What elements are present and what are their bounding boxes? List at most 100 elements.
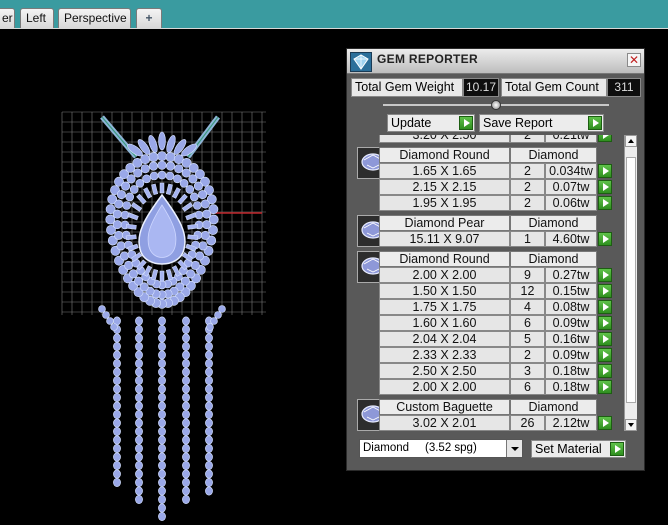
update-play-icon	[459, 116, 473, 130]
save-report-play-icon	[588, 116, 602, 130]
gem-row[interactable]: 15.11 X 9.07 1 4.60tw	[355, 231, 623, 247]
save-report-label: Save Report	[483, 116, 553, 130]
gem-count-cell: 4	[510, 299, 545, 315]
viewport-tab-bar: er Left Perspective +	[0, 0, 668, 29]
gem-row[interactable]: 2.33 X 2.33 2 0.09tw	[355, 347, 623, 363]
tab-perspective[interactable]: Perspective	[58, 8, 131, 28]
total-count-value: 311	[607, 78, 641, 97]
gem-count-cell: 6	[510, 315, 545, 331]
gem-weight-cell: 0.18tw	[545, 363, 597, 379]
gem-material-header: Diamond	[510, 147, 597, 163]
select-gem-play-icon[interactable]	[598, 180, 612, 194]
select-gem-play-icon[interactable]	[598, 332, 612, 346]
gem-count-cell: 3	[510, 363, 545, 379]
tab-left[interactable]: Left	[20, 8, 54, 28]
close-icon[interactable]: ✕	[627, 53, 641, 67]
gem-size-cell: 2.15 X 2.15	[379, 179, 510, 195]
gem-count-cell: 26	[510, 415, 545, 431]
select-gem-play-icon[interactable]	[598, 164, 612, 178]
total-weight-value: 10.17	[463, 78, 499, 97]
gem-weight-cell: 2.12tw	[545, 415, 597, 431]
gem-weight-cell: 0.08tw	[545, 299, 597, 315]
scroll-down-arrow-icon[interactable]	[625, 419, 637, 431]
panel-titlebar[interactable]: GEM REPORTER ✕	[347, 49, 644, 74]
update-button[interactable]: Update	[387, 114, 475, 132]
scroll-up-arrow-icon[interactable]	[625, 135, 637, 147]
select-gem-play-icon[interactable]	[598, 284, 612, 298]
gem-count-cell: 2	[510, 347, 545, 363]
gem-count-cell: 2	[510, 179, 545, 195]
dropdown-arrow-icon[interactable]	[506, 440, 522, 457]
gem-weight-cell: 4.60tw	[545, 231, 597, 247]
gem-count-cell: 2	[510, 135, 545, 143]
gem-row[interactable]: 3.02 X 2.01 26 2.12tw	[355, 415, 623, 431]
gem-type-header: Diamond Pear	[379, 215, 510, 231]
update-label: Update	[391, 116, 432, 130]
gem-size-cell: 2.00 X 2.00	[379, 379, 510, 395]
gem-size-cell: 2.33 X 2.33	[379, 347, 510, 363]
select-gem-play-icon[interactable]	[598, 135, 612, 142]
total-weight-label: Total Gem Weight	[351, 78, 463, 97]
gem-size-cell: 2.04 X 2.04	[379, 331, 510, 347]
gem-count-cell: 6	[510, 379, 545, 395]
gem-weight-cell: 0.18tw	[545, 379, 597, 395]
gem-size-cell: 2.00 X 2.00	[379, 267, 510, 283]
gem-weight-cell: 0.06tw	[545, 195, 597, 211]
gem-count-cell: 1	[510, 231, 545, 247]
gem-weight-cell: 0.27tw	[545, 267, 597, 283]
gem-weight-cell: 0.09tw	[545, 315, 597, 331]
select-gem-play-icon[interactable]	[598, 416, 612, 430]
gem-row[interactable]: 1.50 X 1.50 12 0.15tw	[355, 283, 623, 299]
gem-type-header: Diamond Round	[379, 147, 510, 163]
gem-weight-cell: 0.09tw	[545, 347, 597, 363]
gem-material-header: Diamond	[510, 399, 597, 415]
gem-size-cell: 1.95 X 1.95	[379, 195, 510, 211]
set-material-play-icon	[610, 442, 624, 456]
gem-list-scrollbar[interactable]	[624, 135, 637, 431]
gem-weight-cell: 0.15tw	[545, 283, 597, 299]
gem-row[interactable]: 1.75 X 1.75 4 0.08tw	[355, 299, 623, 315]
gem-size-cell: 1.50 X 1.50	[379, 283, 510, 299]
select-gem-play-icon[interactable]	[598, 232, 612, 246]
gem-size-cell: 1.60 X 1.60	[379, 315, 510, 331]
panel-slider-handle[interactable]	[491, 100, 501, 110]
gem-type-header: Custom Baguette	[379, 399, 510, 415]
gem-row[interactable]: 2.15 X 2.15 2 0.07tw	[355, 179, 623, 195]
select-gem-play-icon[interactable]	[598, 316, 612, 330]
gem-row[interactable]: 2.04 X 2.04 5 0.16tw	[355, 331, 623, 347]
gem-size-cell: 15.11 X 9.07	[379, 231, 510, 247]
gem-size-cell: 1.75 X 1.75	[379, 299, 510, 315]
select-gem-play-icon[interactable]	[598, 268, 612, 282]
gem-list[interactable]: 3.20 X 2.50 2 0.21tw Diamond Round Diamond 1.…	[355, 135, 623, 431]
select-gem-play-icon[interactable]	[598, 196, 612, 210]
scrollbar-thumb[interactable]	[626, 157, 636, 403]
save-report-button[interactable]: Save Report	[479, 114, 604, 132]
gem-row[interactable]: 2.50 X 2.50 3 0.18tw	[355, 363, 623, 379]
gem-material-header: Diamond	[510, 215, 597, 231]
gem-weight-cell: 0.07tw	[545, 179, 597, 195]
select-gem-play-icon[interactable]	[598, 300, 612, 314]
select-gem-play-icon[interactable]	[598, 348, 612, 362]
set-material-button[interactable]: Set Material	[531, 440, 626, 458]
gem-row[interactable]: 1.95 X 1.95 2 0.06tw	[355, 195, 623, 211]
select-gem-play-icon[interactable]	[598, 380, 612, 394]
gem-row[interactable]: 1.60 X 1.60 6 0.09tw	[355, 315, 623, 331]
gem-weight-cell: 0.21tw	[545, 135, 597, 143]
panel-title: GEM REPORTER	[377, 52, 478, 66]
gem-material-header: Diamond	[510, 251, 597, 267]
gem-count-cell: 12	[510, 283, 545, 299]
gem-size-cell: 2.50 X 2.50	[379, 363, 510, 379]
gem-reporter-icon	[350, 52, 372, 72]
select-gem-play-icon[interactable]	[598, 364, 612, 378]
gem-row[interactable]: 2.00 X 2.00 6 0.18tw	[355, 379, 623, 395]
gem-size-cell: 3.20 X 2.50	[379, 135, 510, 143]
totals-row: Total Gem Weight 10.17 Total Gem Count 3…	[351, 78, 642, 98]
gem-row[interactable]: 3.20 X 2.50 2 0.21tw	[355, 135, 623, 143]
tab-partial[interactable]: er	[0, 8, 15, 28]
gem-row[interactable]: 2.00 X 2.00 9 0.27tw	[355, 267, 623, 283]
total-count-label: Total Gem Count	[501, 78, 607, 97]
add-tab-button[interactable]: +	[136, 8, 162, 28]
material-select[interactable]: Diamond (3.52 spg)	[359, 439, 523, 458]
gem-row[interactable]: 1.65 X 1.65 2 0.034tw	[355, 163, 623, 179]
gem-size-cell: 1.65 X 1.65	[379, 163, 510, 179]
